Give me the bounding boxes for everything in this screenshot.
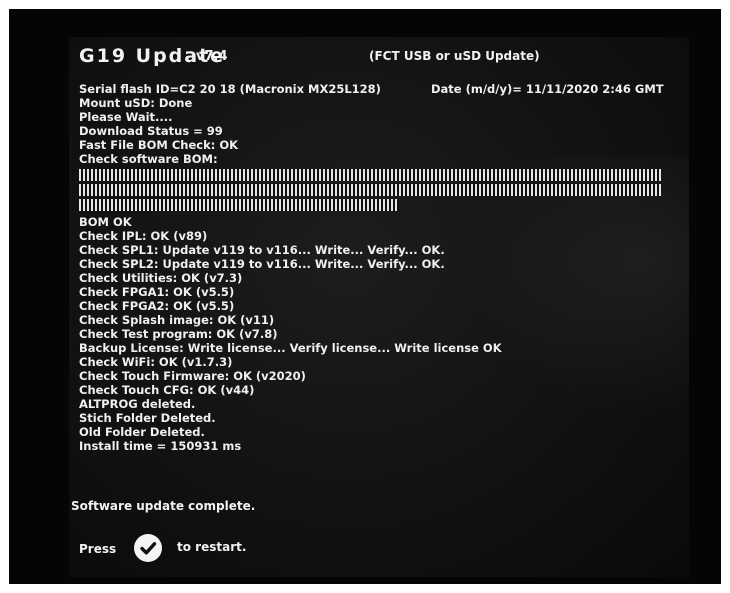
bom-progress-bar bbox=[79, 169, 661, 181]
log-line: BOM OK bbox=[79, 215, 132, 229]
update-mode: (FCT USB or uSD Update) bbox=[369, 49, 540, 63]
log-line: Check Touch CFG: OK (v44) bbox=[79, 383, 255, 397]
log-line: Install time = 150931 ms bbox=[79, 439, 242, 453]
device-screen: G19 Update v7.4 (FCT USB or uSD Update) … bbox=[69, 37, 689, 577]
log-line: Check SPL1: Update v119 to v116... Write… bbox=[79, 243, 445, 257]
log-line: Check FPGA1: OK (v5.5) bbox=[79, 285, 235, 299]
date-line: Date (m/d/y)= 11/11/2020 2:46 GMT bbox=[431, 82, 664, 96]
log-line: Check SPL2: Update v119 to v116... Write… bbox=[79, 257, 445, 271]
header: G19 Update v7.4 (FCT USB or uSD Update) bbox=[79, 45, 679, 69]
app-version: v7.4 bbox=[196, 49, 228, 64]
screen-glare bbox=[469, 157, 689, 417]
bom-progress-bar bbox=[79, 199, 399, 211]
log-line: Old Folder Deleted. bbox=[79, 425, 205, 439]
press-label: Press bbox=[79, 542, 117, 556]
log-line: Check IPL: OK (v89) bbox=[79, 229, 208, 243]
log-line: Please Wait.... bbox=[79, 110, 173, 124]
log-line: Backup License: Write license... Verify … bbox=[79, 341, 502, 355]
log-line: Check Touch Firmware: OK (v2020) bbox=[79, 369, 306, 383]
log-line: Check software BOM: bbox=[79, 152, 218, 166]
log-line: Fast File BOM Check: OK bbox=[79, 138, 239, 152]
log-line: Stich Folder Deleted. bbox=[79, 411, 216, 425]
log-line: Check WiFi: OK (v1.7.3) bbox=[79, 355, 233, 369]
log-line: ALTPROG deleted. bbox=[79, 397, 196, 411]
log-line: Check Test program: OK (v7.8) bbox=[79, 327, 278, 341]
photo-frame: G19 Update v7.4 (FCT USB or uSD Update) … bbox=[9, 9, 721, 584]
status-message: Software update complete. bbox=[71, 499, 256, 513]
restart-prompt: Press to restart. bbox=[79, 534, 379, 564]
log-line: Check Utilities: OK (v7.3) bbox=[79, 271, 243, 285]
log-line: Download Status = 99 bbox=[79, 124, 223, 138]
bom-progress-bar bbox=[79, 184, 661, 196]
log-line: Check Splash image: OK (v11) bbox=[79, 313, 275, 327]
serial-flash-line: Serial flash ID=C2 20 18 (Macronix MX25L… bbox=[79, 82, 381, 96]
log-line: Mount uSD: Done bbox=[79, 96, 193, 110]
restart-label: to restart. bbox=[177, 540, 247, 554]
log-line: Check FPGA2: OK (v5.5) bbox=[79, 299, 235, 313]
checkmark-circle-icon[interactable] bbox=[134, 534, 162, 562]
